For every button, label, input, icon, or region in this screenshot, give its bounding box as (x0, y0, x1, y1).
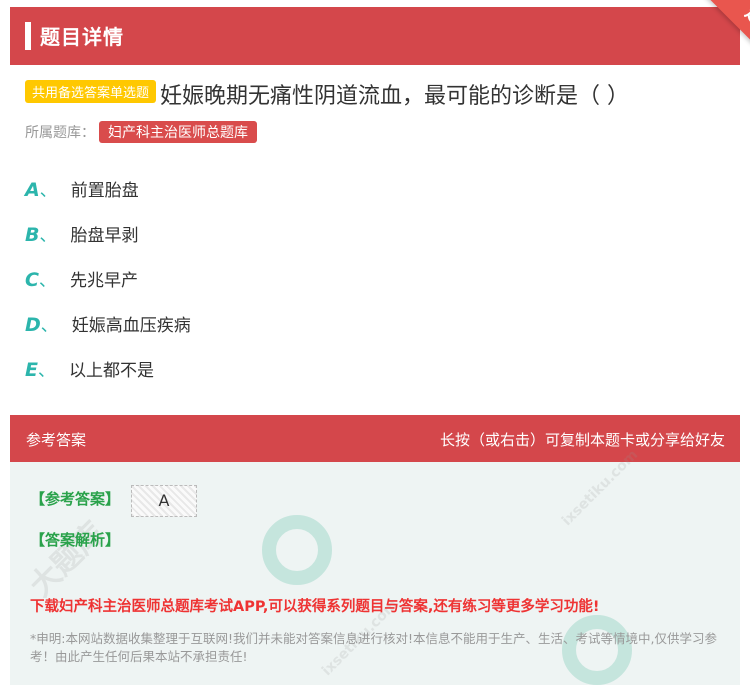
option-a[interactable]: A、 前置胎盘 (25, 176, 139, 201)
option-text: 先兆早产 (69, 271, 138, 291)
page-title: 题目详情 (40, 25, 124, 49)
question-type-badge: 共用备选答案单选题 (25, 79, 157, 103)
option-e[interactable]: E、 以上都不是 (25, 356, 154, 381)
option-letter: E (25, 359, 38, 381)
watermark-text: 大题库 (23, 515, 112, 604)
app-download-promo[interactable]: 下载妇产科主治医师总题库考试APP,可以获得系列题目与答案,还有练习等更多学习功… (30, 595, 599, 616)
question-text: 妊娠晚期无痛性阴道流血，最可能的诊断是（ ） (160, 84, 630, 109)
answer-section[interactable]: 参考答案 长按（或右击）可复制本题卡或分享给好友 大题库 ixsetiku.co… (10, 415, 740, 685)
option-b[interactable]: B、 胎盘早剥 (25, 221, 139, 246)
option-text: 妊娠高血压疾病 (71, 316, 191, 336)
question-bank-row: 所属题库： 妇产科主治医师总题库 (25, 121, 257, 143)
bank-label: 所属题库： (25, 125, 95, 141)
watermark-logo-icon (262, 515, 332, 585)
option-text: 胎盘早剥 (70, 226, 139, 246)
option-letter: A (25, 179, 40, 201)
option-d[interactable]: D、 妊娠高血压疾病 (25, 311, 191, 336)
answer-label: 【参考答案】 (30, 490, 121, 508)
option-letter: D (25, 314, 41, 336)
question-stem: 共用备选答案单选题 妊娠晚期无痛性阴道流血，最可能的诊断是（ ） (25, 78, 725, 110)
answer-header: 参考答案 长按（或右击）可复制本题卡或分享给好友 (10, 415, 740, 462)
option-letter: C (25, 269, 39, 291)
disclaimer: *申明:本网站数据收集整理于互联网!我们并未能对答案信息进行核对!本信息不能用于… (30, 631, 717, 664)
share-hint: 长按（或右击）可复制本题卡或分享给好友 (439, 431, 725, 449)
bank-link[interactable]: 妇产科主治医师总题库 (99, 121, 257, 143)
option-text: 前置胎盘 (70, 181, 139, 201)
answer-value-image: A (131, 485, 197, 517)
option-letter: B (25, 224, 40, 246)
header-accent-bar (25, 22, 31, 50)
option-c[interactable]: C、 先兆早产 (25, 266, 138, 291)
answer-section-title: 参考答案 (26, 431, 87, 449)
analysis-label: 【答案解析】 (30, 531, 121, 549)
option-text: 以上都不是 (68, 361, 154, 381)
